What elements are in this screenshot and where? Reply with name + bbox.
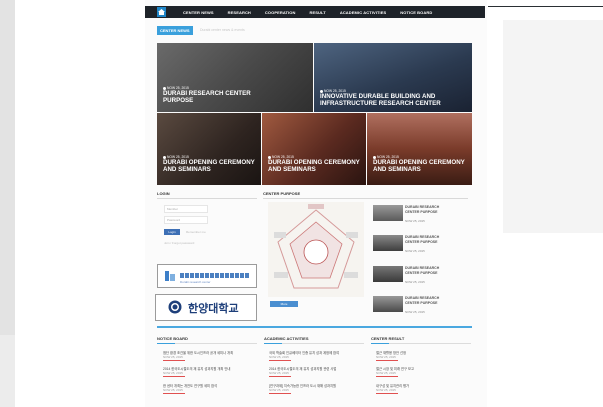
- rule-accent: [157, 343, 175, 344]
- notice-item-1-underline: [163, 360, 185, 361]
- section-breadcrumb: Durabi center news & events: [200, 28, 245, 32]
- login-id-field[interactable]: Member: [164, 205, 208, 213]
- tile-caption: NOW 25, 2015 INNOVATIVE DURABLE BUILDING…: [320, 89, 470, 107]
- result-item-2-date: NOW 25, 2015: [376, 371, 396, 375]
- section-separator: [157, 326, 472, 328]
- side-news-date-1: NOW 25, 2015: [405, 219, 425, 223]
- result-item-3-underline: [376, 393, 398, 394]
- notice-item-3-underline: [163, 393, 185, 394]
- home-button[interactable]: [157, 7, 166, 17]
- result-item-2-underline: [376, 376, 398, 377]
- rule-accent: [371, 343, 389, 344]
- notice-board-title: NOTICE BOARD: [157, 336, 188, 341]
- nav-item-research[interactable]: RESEARCH: [228, 10, 251, 15]
- nav-item-notice-board[interactable]: NOTICE BOARD: [400, 10, 432, 15]
- notice-item-2-underline: [163, 376, 185, 377]
- side-news-title-1[interactable]: DURABI RESEARCH CENTER PURPOSE: [405, 205, 449, 214]
- home-icon: [158, 9, 165, 15]
- login-password-field[interactable]: Password: [164, 216, 208, 224]
- right-margin-panel: [503, 20, 603, 233]
- side-news-date-4: NOW 25, 2015: [405, 310, 425, 314]
- center-purpose-more-button[interactable]: More: [270, 301, 298, 307]
- center-purpose-diagram: [268, 202, 364, 297]
- partner-logo-text: [180, 273, 250, 278]
- side-news-title-2[interactable]: DURABI RESEARCH CENTER PURPOSE: [405, 235, 449, 244]
- right-margin-strip: [503, 0, 603, 407]
- top-divider-line: [488, 6, 603, 7]
- tile-title: DURABI OPENING CEREMONY AND SEMINARS: [373, 159, 465, 173]
- partner-banner[interactable]: Durabi research center: [157, 264, 257, 288]
- academic-item-1-underline: [269, 360, 291, 361]
- tile-caption: NOW 25, 2015 DURABI OPENING CEREMONY AND…: [163, 155, 258, 173]
- remember-me-checkbox[interactable]: Remember me: [186, 230, 206, 234]
- result-item-1-underline: [376, 360, 398, 361]
- tile-title: DURABI OPENING CEREMONY AND SEMINARS: [268, 159, 360, 173]
- top-navigation-bar: CENTER NEWS RESEARCH COOPERATION RESULT …: [145, 6, 485, 18]
- side-news-thumb-2[interactable]: [373, 235, 403, 251]
- main-menu: CENTER NEWS RESEARCH COOPERATION RESULT …: [183, 6, 432, 18]
- login-divider: [157, 198, 257, 199]
- tile-caption: NOW 25, 2015 DURABI OPENING CEREMONY AND…: [373, 155, 471, 173]
- news-tile-1[interactable]: NOW 25, 2015 DURABI RESEARCH CENTER PURP…: [157, 43, 313, 112]
- academic-item-3-date: NOW 25, 2015: [269, 388, 289, 392]
- academic-item-2-date: NOW 25, 2015: [269, 371, 289, 375]
- notice-board-rule: [157, 343, 257, 344]
- result-item-1-date: NOW 25, 2015: [376, 355, 396, 359]
- notice-item-3-date: NOW 25, 2015: [163, 388, 183, 392]
- center-result-title: CENTER RESULT: [371, 336, 405, 341]
- university-seal-icon: [168, 300, 182, 314]
- tile-caption: NOW 25, 2015 DURABI OPENING CEREMONY AND…: [268, 155, 363, 173]
- left-margin-panel: [0, 0, 15, 335]
- login-button[interactable]: Login: [164, 229, 180, 235]
- news-tile-2[interactable]: NOW 25, 2015 INNOVATIVE DURABLE BUILDING…: [314, 43, 472, 112]
- side-news-thumb-3[interactable]: [373, 266, 403, 282]
- side-news-thumb-1[interactable]: [373, 205, 403, 221]
- side-news-title-3[interactable]: DURABI RESEARCH CENTER PURPOSE: [405, 266, 449, 275]
- center-purpose-divider: [263, 198, 468, 199]
- partner-name: Durabi research center: [180, 280, 211, 284]
- side-news-date-2: NOW 25, 2015: [405, 249, 425, 253]
- university-name: 한양대학교: [188, 302, 239, 315]
- news-tile-3[interactable]: NOW 25, 2015 DURABI OPENING CEREMONY AND…: [157, 113, 261, 185]
- nav-item-result[interactable]: RESULT: [310, 10, 326, 15]
- center-purpose-title: CENTER PURPOSE: [263, 191, 301, 196]
- tile-caption: NOW 25, 2015 DURABI RESEARCH CENTER PURP…: [163, 86, 273, 104]
- academic-activities-rule: [264, 343, 364, 344]
- nav-item-center-news[interactable]: CENTER NEWS: [183, 10, 214, 15]
- side-news-title-4[interactable]: DURABI RESEARCH CENTER PURPOSE: [405, 296, 449, 305]
- notice-item-2-date: NOW 25, 2015: [163, 371, 183, 375]
- section-tag[interactable]: CENTER NEWS: [157, 26, 193, 35]
- news-tile-4[interactable]: NOW 25, 2015 DURABI OPENING CEREMONY AND…: [262, 113, 366, 185]
- rule-accent: [264, 343, 282, 344]
- account-links[interactable]: Join / Forgot password: [164, 241, 194, 245]
- nav-item-academic-activities[interactable]: ACADEMIC ACTIVITIES: [340, 10, 386, 15]
- university-banner[interactable]: 한양대학교: [155, 294, 257, 321]
- tile-title: DURABI OPENING CEREMONY AND SEMINARS: [163, 159, 255, 173]
- side-news-date-3: NOW 25, 2015: [405, 280, 425, 284]
- nav-item-cooperation[interactable]: COOPERATION: [265, 10, 296, 15]
- tile-title: INNOVATIVE DURABLE BUILDING AND INFRASTR…: [320, 93, 441, 107]
- purpose-diagram-graphic: [274, 204, 358, 289]
- center-result-rule: [371, 343, 471, 344]
- building-icon: [165, 271, 175, 281]
- left-margin-strip: [0, 0, 15, 407]
- academic-item-1-date: NOW 25, 2015: [269, 355, 289, 359]
- login-title: LOGIN: [157, 191, 170, 196]
- academic-item-2-underline: [269, 376, 291, 377]
- academic-item-3-underline: [269, 393, 291, 394]
- notice-item-1-date: NOW 25, 2015: [163, 355, 183, 359]
- news-tile-5[interactable]: NOW 25, 2015 DURABI OPENING CEREMONY AND…: [367, 113, 472, 185]
- result-item-3-date: NOW 25, 2015: [376, 388, 396, 392]
- side-news-thumb-4[interactable]: [373, 296, 403, 312]
- academic-activities-title: ACADEMIC ACTIVITIES: [264, 336, 309, 341]
- tile-title: DURABI RESEARCH CENTER PURPOSE: [163, 90, 251, 104]
